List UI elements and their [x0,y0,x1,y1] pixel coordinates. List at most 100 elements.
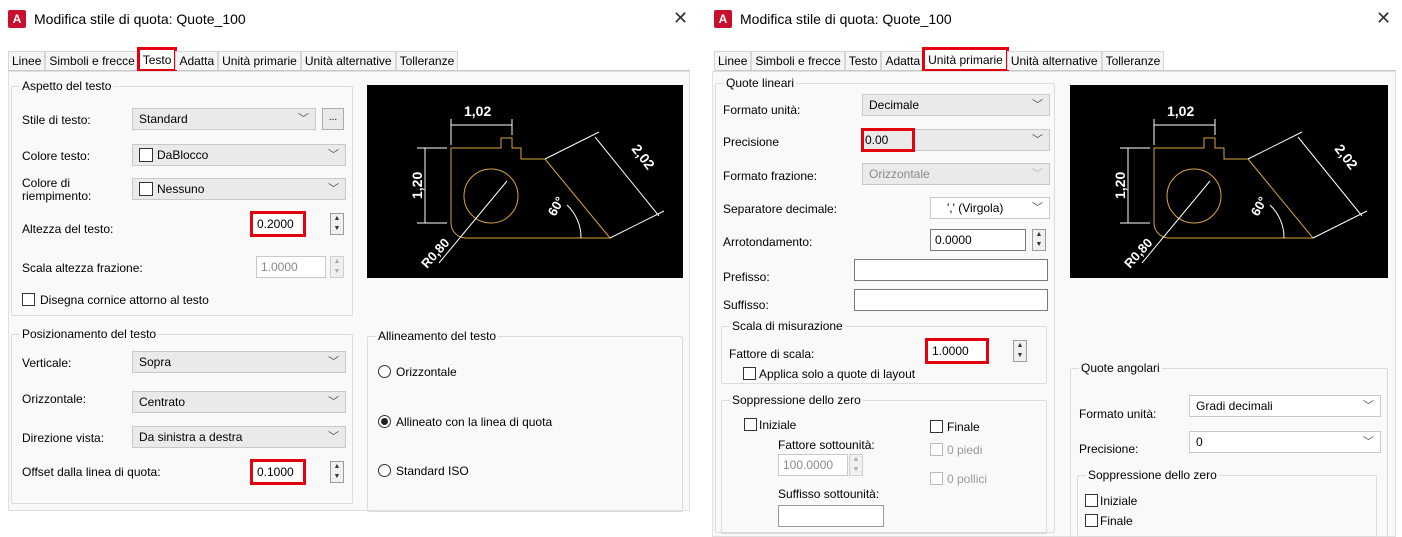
angular-trailing-checkbox[interactable] [1085,514,1098,527]
subunit-factor-spinner[interactable]: ▲ ▼ [849,454,863,476]
label-pollici: 0 pollici [947,472,988,486]
prefix-input[interactable] [854,259,1048,281]
leading-zero-checkbox[interactable] [744,418,757,431]
chevron-down-icon: ﹀ [328,149,339,161]
zero-feet-checkbox[interactable] [930,443,943,456]
subunit-suffix-input[interactable] [778,505,884,527]
round-off-input[interactable]: 0.0000 [930,229,1026,251]
close-icon[interactable]: ✕ [1376,8,1391,28]
tab-unita-alternative[interactable]: Unità alternative [1006,51,1102,70]
align-iso-radio[interactable] [378,464,391,477]
tab-simboli-frecce[interactable]: Simboli e frecce [751,51,845,70]
title-bar: A Modifica stile di quota: Quote_100 [8,8,246,30]
dim-angle: 60° [1248,194,1271,219]
label-separatore: Separatore decimale: [723,202,838,216]
angular-leading-checkbox[interactable] [1085,494,1098,507]
precision-select[interactable]: 0.00 ﹀ [861,128,1050,152]
tab-simboli-frecce[interactable]: Simboli e frecce [45,51,139,70]
align-horizontal-radio[interactable] [378,365,391,378]
fraction-scale-input[interactable]: 1.0000 [256,256,326,278]
group-title: Quote angolari [1079,361,1162,375]
chevron-down-icon: ﹀ [328,431,339,443]
tab-adatta[interactable]: Adatta [881,51,925,70]
text-height-input[interactable]: 0.2000 [250,211,306,237]
direction-select[interactable]: Da sinistra a destra ﹀ [132,426,346,448]
tab-adatta[interactable]: Adatta [175,51,219,70]
label-colore-riempimento-2: riempimento: [22,189,92,203]
group-title: Posizionamento del testo [20,327,159,341]
angular-precision-select[interactable]: 0 ﹀ [1189,431,1381,453]
tab-unita-primarie[interactable]: Unità primarie [922,47,1009,72]
chevron-down-icon: ﹀ [328,183,339,195]
text-color-select[interactable]: DaBlocco ﹀ [132,144,346,166]
horizontal-value: Centrato [139,395,186,409]
zero-inches-checkbox[interactable] [930,472,943,485]
chevron-down-icon: ﹀ [1363,400,1374,412]
align-dimline-radio[interactable] [378,415,391,428]
dim-left: 1,20 [409,172,425,199]
label-finale-ang: Finale [1100,514,1133,528]
decimal-separator-select[interactable]: ',' (Virgola) ﹀ [930,197,1050,219]
chevron-down-icon: ﹀ [1032,99,1043,111]
group-title: Soppressione dello zero [1086,468,1219,482]
text-height-spinner[interactable]: ▲ ▼ [330,213,344,235]
tab-testo[interactable]: Testo [136,47,178,72]
text-style-value: Standard [139,112,188,126]
tab-unita-alternative[interactable]: Unità alternative [300,51,396,70]
dim-top: 1,02 [1167,103,1194,119]
tab-linee[interactable]: Linee [8,51,46,70]
label-stile-testo: Stile di testo: [22,113,91,127]
fraction-scale-spinner[interactable]: ▲ ▼ [330,256,344,278]
round-off-spinner[interactable]: ▲ ▼ [1032,229,1046,251]
trailing-zero-checkbox[interactable] [930,420,943,433]
fill-color-select[interactable]: Nessuno ﹀ [132,178,346,200]
offset-spinner[interactable]: ▲ ▼ [330,461,344,483]
tab-strip: Linee Simboli e frecce Testo Adatta Unit… [8,47,690,72]
layout-only-checkbox[interactable] [743,367,756,380]
dim-left: 1,20 [1112,172,1128,199]
fraction-format-select[interactable]: Orizzontale ﹀ [862,163,1050,185]
group-soppressione-zero: Soppressione dello zero Iniziale Fattore… [721,393,1047,534]
unit-format-select[interactable]: Decimale ﹀ [862,94,1050,116]
label-fattore-scala: Fattore di scala: [729,347,815,361]
decimal-separator-value: ',' (Virgola) [947,201,1004,215]
autocad-a-icon: A [714,10,732,28]
text-style-select[interactable]: Standard ﹀ [132,108,316,130]
tab-linee[interactable]: Linee [714,51,752,70]
tab-unita-primarie[interactable]: Unità primarie [218,51,301,70]
preview-drawing: 1,02 1,20 2,02 60° R0,80 [1112,103,1368,271]
title-bar: A Modifica stile di quota: Quote_100 [714,8,952,30]
scale-factor-input[interactable]: 1.0000 [925,338,989,364]
dialog-title: Modifica stile di quota: Quote_100 [740,11,952,27]
tab-strip: Linee Simboli e frecce Testo Adatta Unit… [714,47,1396,72]
group-title: Soppressione dello zero [730,393,863,407]
label-formato-frazione: Formato frazione: [723,169,818,183]
label-arrotondamento: Arrotondamento: [723,235,813,249]
tab-tolleranze[interactable]: Tolleranze [1101,51,1165,70]
chevron-down-icon: ﹀ [1032,168,1043,180]
color-swatch [139,147,153,162]
group-scala-misurazione: Scala di misurazione Fattore di scala: 1… [721,319,1047,384]
scale-factor-spinner[interactable]: ▲ ▼ [1013,340,1027,362]
suffix-input[interactable] [854,289,1048,311]
dimension-preview: 1,02 1,20 2,02 60° R0,80 [1070,85,1388,278]
text-style-browse-button[interactable]: ... [322,108,344,130]
horizontal-select[interactable]: Centrato ﹀ [132,391,346,413]
dim-diag: 2,02 [1332,141,1362,172]
vertical-select[interactable]: Sopra ﹀ [132,351,346,373]
label-precisione-ang: Precisione: [1079,442,1139,456]
angular-unit-select[interactable]: Gradi decimali ﹀ [1189,395,1381,417]
tab-tolleranze[interactable]: Tolleranze [395,51,459,70]
fraction-format-value: Orizzontale [869,167,930,181]
text-color-value: DaBlocco [157,148,209,162]
offset-input[interactable]: 0.1000 [250,459,306,485]
close-icon[interactable]: ✕ [673,8,688,28]
angular-unit-value: Gradi decimali [1196,399,1273,413]
subunit-factor-input[interactable]: 100.0000 [778,454,848,476]
label-offset: Offset dalla linea di quota: [22,465,161,479]
tab-testo[interactable]: Testo [844,51,882,70]
angular-precision-value: 0 [1196,435,1203,449]
draw-frame-checkbox[interactable] [22,293,35,306]
label-orizzontale-align: Orizzontale [396,365,457,379]
chevron-down-icon: ﹀ [298,113,309,125]
